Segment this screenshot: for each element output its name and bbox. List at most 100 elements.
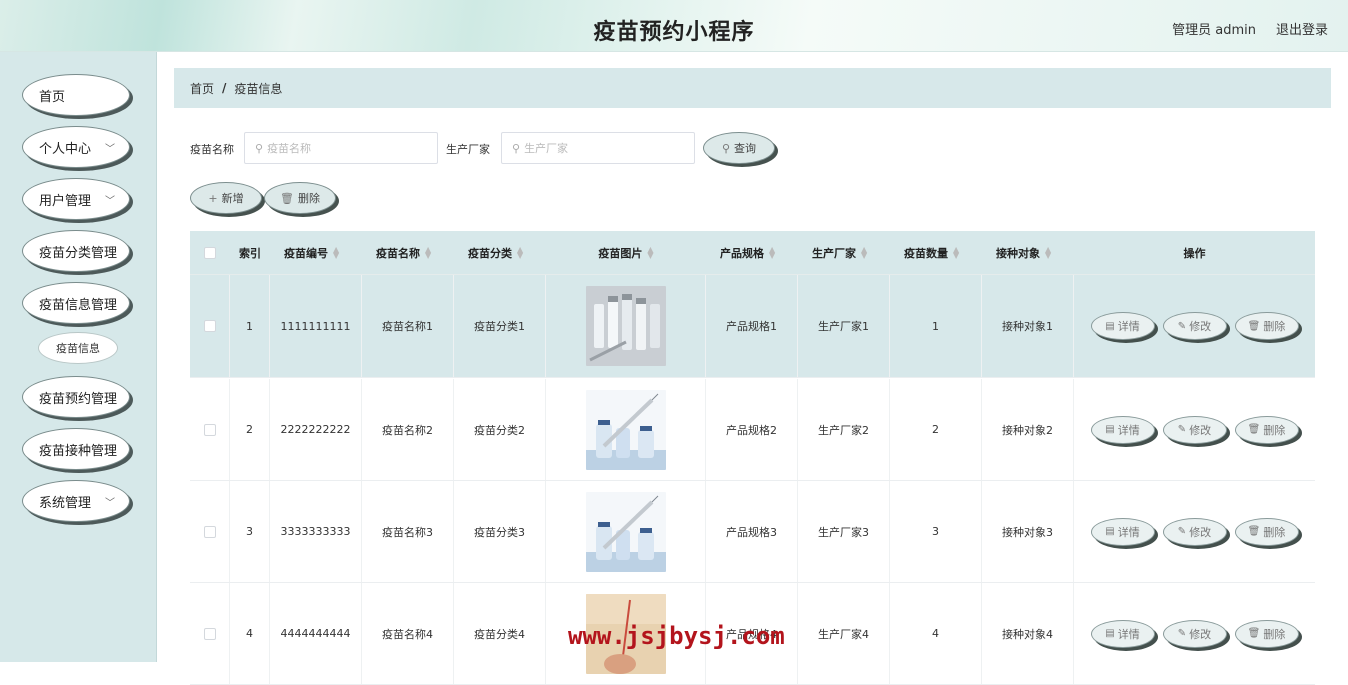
- cell-qty: 2: [890, 379, 982, 480]
- detail-button-label: 详情: [1117, 627, 1140, 641]
- vaccine-image[interactable]: [585, 491, 666, 572]
- delete-button-label: 删除: [1263, 525, 1286, 539]
- header-label: 操作: [1183, 247, 1206, 260]
- delete-button[interactable]: 🗑 删除: [1234, 517, 1299, 546]
- header-category[interactable]: 疫苗分类 ▲ ▼: [468, 231, 548, 275]
- select-all-checkbox[interactable]: [204, 247, 216, 259]
- select-cell: [190, 481, 230, 582]
- sort-icon[interactable]: ▲ ▼: [425, 246, 431, 260]
- delete-button-label: 删除: [1263, 627, 1286, 641]
- cell-name: 疫苗名称2: [362, 379, 454, 480]
- document-icon: ▤: [1105, 320, 1115, 332]
- query-button[interactable]: ⚲ 查询: [703, 132, 775, 164]
- detail-button[interactable]: ▤ 详情: [1090, 619, 1155, 648]
- search-icon: ⚲: [512, 141, 521, 155]
- detail-button-label: 详情: [1117, 320, 1140, 333]
- edit-button[interactable]: ✎ 修改: [1162, 517, 1227, 546]
- header-label: 疫苗名称: [376, 247, 420, 260]
- cell-code: 1111111111: [270, 275, 362, 377]
- sidebar-item-vaccination[interactable]: 疫苗接种管理: [22, 428, 130, 470]
- detail-button[interactable]: ▤ 详情: [1090, 312, 1155, 340]
- sidebar-item-label: 首页: [39, 89, 66, 105]
- edit-button-label: 修改: [1189, 525, 1212, 539]
- sidebar-subitem-vaccine-info[interactable]: 疫苗信息: [38, 332, 118, 364]
- add-button-label: 新增: [221, 192, 244, 205]
- vaccine-image[interactable]: [585, 286, 666, 366]
- cell-name: 疫苗名称4: [362, 583, 454, 684]
- sort-icon[interactable]: ▲ ▼: [333, 246, 339, 260]
- table-row: 3 3333333333 疫苗名称3 疫苗分类3 产品规格3 生产厂家3 3 接种对象3 ▤ 详情…: [190, 481, 1315, 583]
- sort-icon[interactable]: ▲ ▼: [647, 246, 653, 260]
- edit-button[interactable]: ✎ 修改: [1162, 619, 1227, 648]
- table-header: 索引 疫苗编号 ▲ ▼ 疫苗名称 ▲ ▼ 疫苗分类 ▲ ▼ 疫苗图片 ▲ ▼ 产品规格 ▲ ▼ 生产…: [190, 231, 1315, 275]
- breadcrumb-home[interactable]: 首页: [190, 80, 214, 97]
- cell-category: 疫苗分类3: [454, 481, 546, 582]
- header-label: 索引: [239, 247, 261, 260]
- table-row: 1 1111111111 疫苗名称1 疫苗分类1 产品规格1 生产厂家1 1 接种对象1 ▤ 详情…: [190, 275, 1315, 378]
- sidebar-item-home[interactable]: 首页: [22, 74, 130, 116]
- edit-button[interactable]: ✎ 修改: [1162, 312, 1227, 340]
- cell-index: 2: [230, 379, 270, 480]
- cell-target: 接种对象2: [982, 379, 1074, 480]
- cell-category: 疫苗分类4: [454, 583, 546, 684]
- delete-button[interactable]: 🗑 删除: [1234, 312, 1299, 340]
- cell-code: 4444444444: [270, 583, 362, 684]
- row-checkbox[interactable]: [203, 627, 216, 640]
- header-label: 疫苗图片: [598, 247, 643, 260]
- detail-button[interactable]: ▤ 详情: [1090, 517, 1155, 546]
- header-image[interactable]: 疫苗图片 ▲ ▼: [546, 231, 706, 275]
- edit-icon: ✎: [1177, 628, 1187, 639]
- trash-icon: 🗑: [280, 191, 294, 205]
- sidebar-item-personal-center[interactable]: 个人中心 ﹀: [22, 126, 130, 168]
- batch-delete-button[interactable]: 🗑 删除: [264, 182, 336, 214]
- sidebar-item-system[interactable]: 系统管理 ﹀: [22, 480, 130, 522]
- sort-icon[interactable]: ▲ ▼: [953, 246, 959, 260]
- sort-icon[interactable]: ▲ ▼: [769, 246, 775, 260]
- sidebar-item-label: 疫苗信息管理: [39, 297, 118, 313]
- cell-qty: 3: [890, 481, 982, 582]
- sort-icon[interactable]: ▲ ▼: [517, 246, 523, 260]
- row-checkbox[interactable]: [203, 320, 216, 332]
- edit-button[interactable]: ✎ 修改: [1162, 415, 1227, 444]
- delete-button[interactable]: 🗑 删除: [1234, 415, 1299, 444]
- header-maker[interactable]: 生产厂家 ▲ ▼: [812, 231, 892, 275]
- sidebar-item-user-management[interactable]: 用户管理 ﹀: [22, 178, 130, 220]
- admin-user-label: 管理员 admin: [1172, 23, 1256, 38]
- cell-target: 接种对象3: [982, 481, 1074, 582]
- select-all-cell: [190, 231, 230, 275]
- table-row: 2 2222222222 疫苗名称2 疫苗分类2 产品规格2 生产厂家2 2 接种对象2 ▤ 详情…: [190, 379, 1315, 481]
- sidebar-item-vaccine-info[interactable]: 疫苗信息管理: [22, 282, 130, 324]
- breadcrumb-current: 疫苗信息: [234, 81, 283, 96]
- document-icon: ▤: [1105, 628, 1115, 639]
- cell-qty: 4: [890, 583, 982, 684]
- sidebar-item-label: 用户管理: [39, 193, 92, 209]
- sidebar: 首页 个人中心 ﹀ 用户管理 ﹀ 疫苗分类管理 疫苗信息管理 疫苗信息 疫苗预约管理…: [0, 52, 157, 662]
- add-button[interactable]: + 新增: [190, 182, 262, 214]
- vaccine-name-input[interactable]: ⚲ 疫苗名称: [244, 132, 438, 164]
- chevron-down-icon: ﹀: [105, 144, 115, 155]
- header-qty[interactable]: 疫苗数量 ▲ ▼: [904, 231, 984, 275]
- breadcrumb-separator: /: [222, 81, 227, 95]
- detail-button[interactable]: ▤ 详情: [1090, 415, 1155, 444]
- cell-target: 接种对象4: [982, 583, 1074, 684]
- cell-qty: 1: [890, 275, 982, 377]
- cell-spec: 产品规格2: [706, 379, 798, 480]
- sort-icon[interactable]: ▲ ▼: [861, 246, 867, 260]
- row-checkbox[interactable]: [203, 525, 216, 538]
- cell-category: 疫苗分类1: [454, 275, 546, 377]
- delete-button[interactable]: 🗑 删除: [1234, 619, 1299, 648]
- vaccine-image[interactable]: [585, 389, 666, 470]
- maker-input[interactable]: ⚲ 生产厂家: [501, 132, 695, 164]
- header-name[interactable]: 疫苗名称 ▲ ▼: [376, 231, 456, 275]
- header-spec[interactable]: 产品规格 ▲ ▼: [720, 231, 800, 275]
- actions-cell: ▤ 详情 ✎ 修改 🗑 删除: [1074, 275, 1315, 377]
- row-checkbox[interactable]: [203, 423, 216, 436]
- sort-icon[interactable]: ▲ ▼: [1045, 246, 1051, 260]
- sidebar-item-label: 疫苗预约管理: [39, 391, 118, 407]
- header-label: 生产厂家: [812, 247, 856, 260]
- logout-link[interactable]: 退出登录: [1276, 19, 1328, 38]
- header-code[interactable]: 疫苗编号 ▲ ▼: [284, 231, 364, 275]
- sidebar-item-vaccine-appointment[interactable]: 疫苗预约管理: [22, 376, 130, 418]
- sidebar-item-vaccine-category[interactable]: 疫苗分类管理: [22, 230, 130, 272]
- header-target[interactable]: 接种对象 ▲ ▼: [996, 231, 1076, 275]
